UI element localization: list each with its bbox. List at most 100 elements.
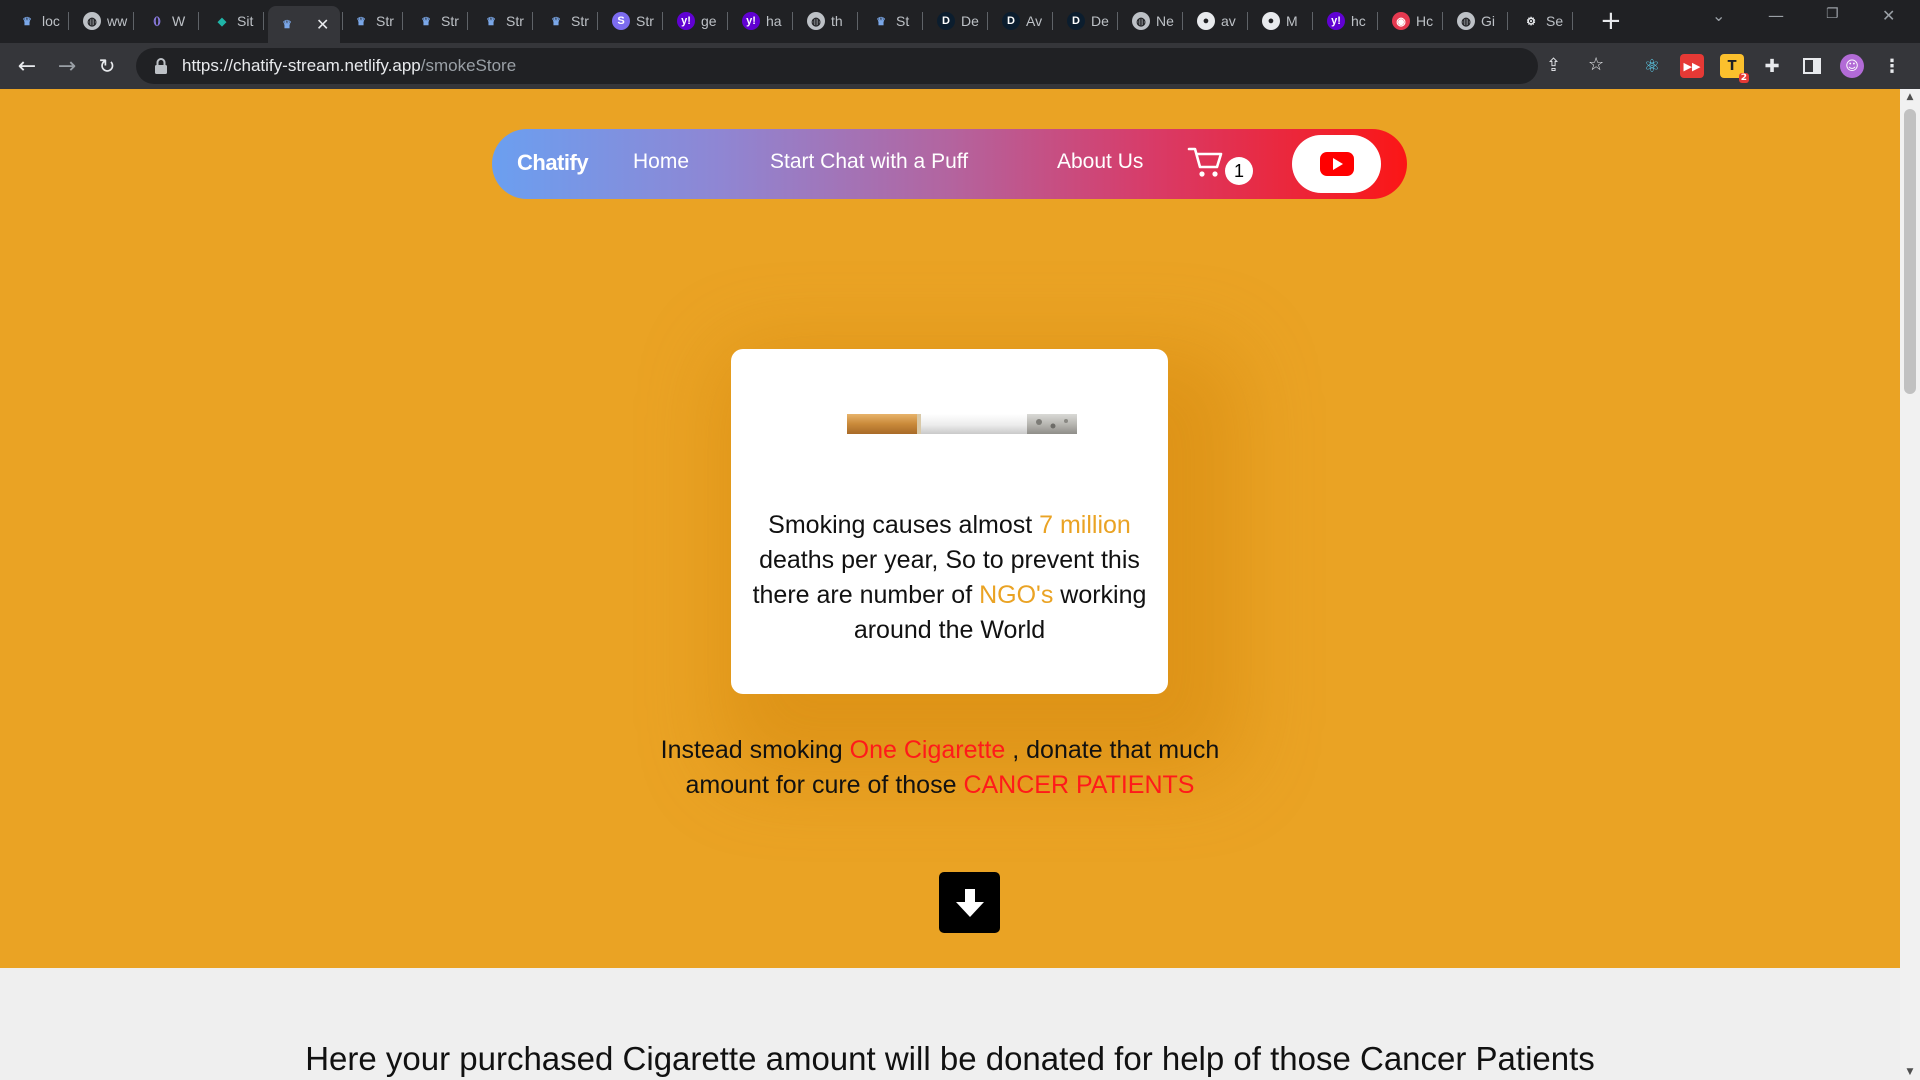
crown-icon: ♛ xyxy=(22,15,32,28)
nav-about-link[interactable]: About Us xyxy=(1057,150,1143,174)
crown-icon: ♛ xyxy=(356,15,366,28)
tab-separator xyxy=(1507,12,1508,30)
browser-tab[interactable]: ◉ Hc xyxy=(1382,6,1438,36)
d-logo-icon: D xyxy=(1002,12,1020,30)
tab-title: W xyxy=(172,13,186,29)
browser-tab[interactable]: ◍ ww xyxy=(73,6,129,36)
tab-title: Av xyxy=(1026,13,1043,29)
cigarette-image xyxy=(847,413,1077,435)
crown-icon: ♛ xyxy=(876,15,886,28)
browser-tab[interactable]: ⦅⦆ W xyxy=(138,6,194,36)
scroll-up-arrow-icon[interactable]: ▲ xyxy=(1900,92,1920,102)
browser-tab[interactable]: ◍ Gi xyxy=(1447,6,1503,36)
brand-logo[interactable]: Chatify xyxy=(517,150,589,176)
share-icon[interactable]: ⇪ xyxy=(1546,55,1561,76)
url-text[interactable]: https://chatify-stream.netlify.app/smoke… xyxy=(182,56,516,76)
browser-tab[interactable]: ◍ th xyxy=(797,6,853,36)
restore-icon[interactable]: ❐ xyxy=(1826,6,1839,22)
tab-separator xyxy=(857,12,858,30)
nav-start-chat-link[interactable]: Start Chat with a Puff xyxy=(770,150,968,174)
fact-text-1: Smoking causes almost xyxy=(768,511,1040,539)
tab-title: Str xyxy=(441,13,459,29)
close-tab-icon[interactable]: ✕ xyxy=(316,15,329,35)
minimize-icon[interactable]: — xyxy=(1768,6,1784,25)
browser-tab[interactable]: ♛ loc xyxy=(8,6,64,36)
browser-tab[interactable]: ♛ Str xyxy=(407,6,463,36)
gear-icon: ⚙ xyxy=(1526,15,1536,28)
bookmark-star-icon[interactable]: ☆ xyxy=(1588,54,1604,75)
donate-message: Instead smoking One Cigarette , donate t… xyxy=(640,733,1240,803)
video-extension-icon[interactable]: ▶▶ xyxy=(1680,54,1704,78)
close-window-icon[interactable]: ✕ xyxy=(1882,6,1895,25)
tab-separator xyxy=(792,12,793,30)
crown-icon: ♛ xyxy=(282,19,292,31)
globe-icon: ◍ xyxy=(807,12,825,30)
page-viewport: Chatify Home Start Chat with a Puff Abou… xyxy=(0,89,1920,1080)
browser-tab[interactable]: ◆ Sit xyxy=(203,6,259,36)
side-panel-icon[interactable] xyxy=(1800,54,1824,78)
cart-icon[interactable] xyxy=(1187,145,1223,179)
tab-title: Str xyxy=(506,13,524,29)
scroll-down-arrow-icon[interactable]: ▼ xyxy=(1900,1067,1920,1077)
react-devtools-icon[interactable]: ⚛ xyxy=(1640,54,1664,78)
tab-title: De xyxy=(1091,13,1109,29)
donation-section: Here your purchased Cigarette amount wil… xyxy=(0,968,1900,1080)
extension-badge: 2 xyxy=(1738,73,1749,83)
tab-separator xyxy=(662,12,663,30)
site-navbar: Chatify Home Start Chat with a Puff Abou… xyxy=(492,129,1407,199)
back-icon[interactable]: ← xyxy=(12,51,42,81)
scrollbar-thumb[interactable] xyxy=(1904,109,1916,394)
profile-avatar[interactable]: ☺ xyxy=(1840,54,1864,78)
browser-tab[interactable]: D Av xyxy=(992,6,1048,36)
tab-title: hc xyxy=(1351,13,1366,29)
browser-tab[interactable]: ◍ Ne xyxy=(1122,6,1178,36)
yahoo-icon: y! xyxy=(1327,12,1345,30)
browser-tab[interactable]: ⚙ Se xyxy=(1512,6,1568,36)
browser-tab[interactable]: ♛ Str xyxy=(472,6,528,36)
browser-tab[interactable]: ♛ Str xyxy=(537,6,593,36)
tab-search-icon[interactable]: ⌄ xyxy=(1712,6,1725,25)
browser-tab[interactable]: ● av xyxy=(1187,6,1243,36)
tab-separator xyxy=(198,12,199,30)
scroll-down-button[interactable] xyxy=(939,872,1000,933)
t-extension-icon[interactable]: T 2 xyxy=(1720,54,1749,83)
browser-tab[interactable]: D De xyxy=(1057,6,1113,36)
nav-home-link[interactable]: Home xyxy=(633,150,689,174)
browser-tab[interactable]: ♛ ✕ xyxy=(268,6,340,43)
tab-title: Ne xyxy=(1156,13,1174,29)
lock-icon[interactable] xyxy=(154,58,168,74)
globe-icon: ◍ xyxy=(1132,12,1150,30)
address-bar[interactable]: https://chatify-stream.netlify.app/smoke… xyxy=(136,48,1604,84)
browser-tab[interactable]: D De xyxy=(927,6,983,36)
browser-tab[interactable]: S Str xyxy=(602,6,658,36)
tab-separator xyxy=(1442,12,1443,30)
reload-icon[interactable]: ↻ xyxy=(92,51,122,81)
forward-icon[interactable]: → xyxy=(52,51,82,81)
browser-toolbar: ← → ↻ https://chatify-stream.netlify.app… xyxy=(0,43,1920,89)
youtube-icon xyxy=(1319,152,1354,176)
browser-tab[interactable]: ● M xyxy=(1252,6,1308,36)
yahoo-icon: y! xyxy=(677,12,695,30)
s-logo-icon: S xyxy=(612,12,630,30)
menu-kebab-icon[interactable]: ⋮ xyxy=(1880,54,1904,78)
record-icon: ◉ xyxy=(1392,12,1410,30)
tab-separator xyxy=(133,12,134,30)
browser-tab[interactable]: y! ha xyxy=(732,6,788,36)
github-icon: ● xyxy=(1197,12,1215,30)
browser-tab[interactable]: ♛ St xyxy=(862,6,918,36)
browser-tab[interactable]: ♛ Str xyxy=(342,6,398,36)
donate-text-1: Instead smoking xyxy=(660,736,850,764)
page-scrollbar[interactable]: ▲ ▼ xyxy=(1900,89,1920,1080)
smoking-fact-text: Smoking causes almost 7 million deaths p… xyxy=(741,508,1158,648)
tab-title: Sit xyxy=(237,13,254,29)
browser-tab[interactable]: y! hc xyxy=(1317,6,1373,36)
youtube-button[interactable] xyxy=(1292,135,1381,193)
extensions-puzzle-icon[interactable]: ✚ xyxy=(1760,54,1784,78)
tab-separator xyxy=(1117,12,1118,30)
tab-separator xyxy=(467,12,468,30)
tab-title: loc xyxy=(42,13,60,29)
browser-tab[interactable]: y! ge xyxy=(667,6,723,36)
new-tab-button[interactable]: + xyxy=(1600,8,1622,34)
tab-title: Hc xyxy=(1416,13,1434,29)
tab-separator xyxy=(597,12,598,30)
